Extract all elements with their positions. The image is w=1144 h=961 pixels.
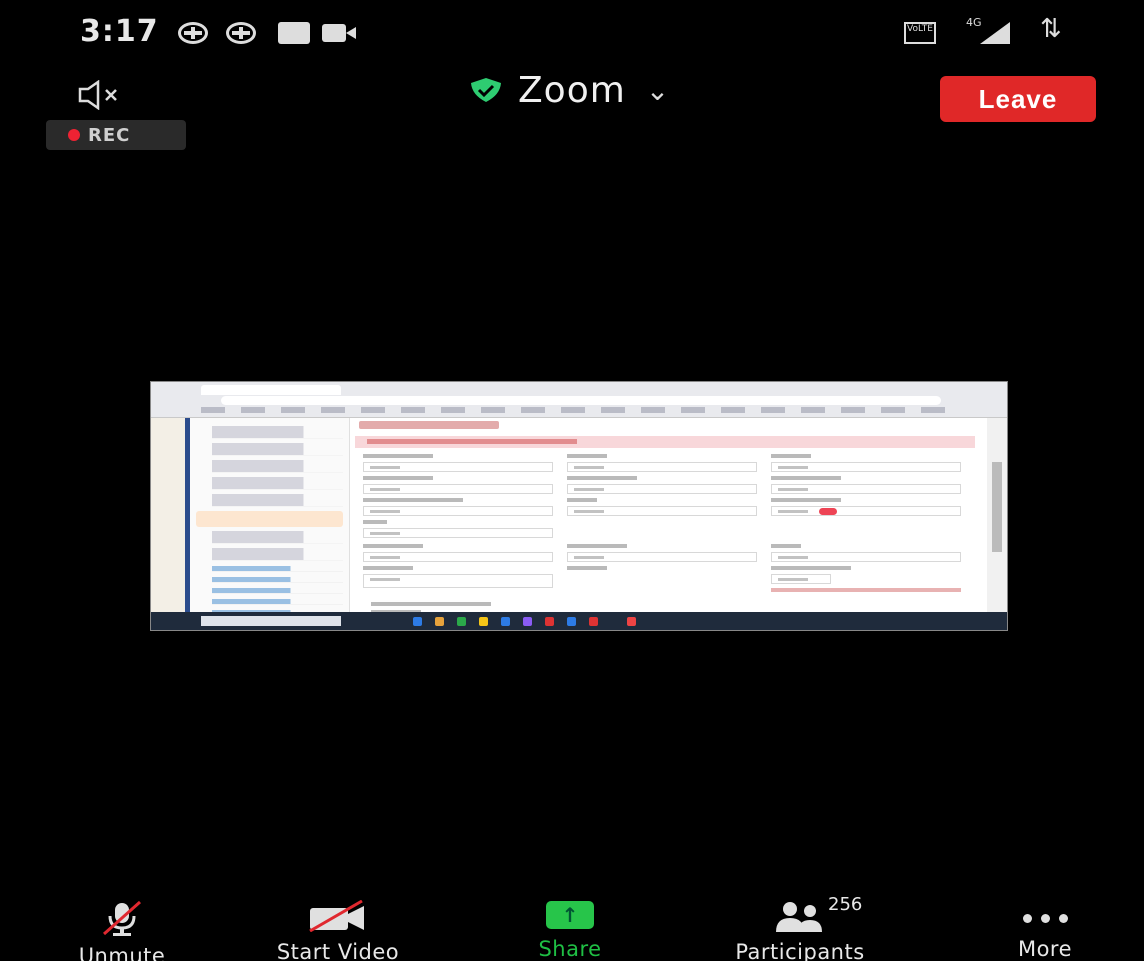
window-edge: [151, 418, 185, 614]
meeting-info-button[interactable]: Zoom ⌄: [468, 69, 670, 111]
unmute-button[interactable]: Unmute: [60, 900, 184, 961]
record-dot-icon: [68, 129, 80, 141]
shared-scrollbar: [987, 418, 1007, 614]
microphone-muted-icon: [100, 900, 144, 936]
signal-icon: 4G: [962, 16, 1010, 44]
participants-label: Participants: [735, 940, 865, 961]
share-label: Share: [538, 937, 602, 961]
shared-form: [351, 418, 981, 614]
shared-taskbar: [151, 612, 1007, 630]
address-bar: [221, 396, 941, 405]
more-dots-icon: [1022, 900, 1068, 929]
form-title: [359, 421, 499, 429]
video-notification-icon: [322, 22, 358, 44]
start-video-label: Start Video: [276, 940, 400, 961]
shield-icon: [471, 78, 501, 102]
participants-count: 256: [828, 894, 863, 915]
speaker-muted-icon[interactable]: [76, 79, 146, 111]
status-bar: 3:17 VoLTE 4G ⇅: [0, 0, 1144, 64]
recording-label: REC: [88, 124, 131, 146]
status-time: 3:17: [80, 14, 159, 49]
shared-sidebar: [190, 418, 350, 616]
video-camera-off-icon: [306, 900, 370, 932]
more-label: More: [1017, 937, 1073, 961]
meeting-title: Zoom: [518, 69, 626, 111]
volte-icon: VoLTE: [904, 22, 936, 44]
participants-icon: 256: [772, 894, 862, 932]
bookmarks-bar: [201, 407, 961, 413]
browser-chrome: [151, 382, 1007, 418]
form-alert: [355, 436, 975, 448]
app-notification-icon: [178, 22, 208, 44]
gallery-notification-icon: [278, 22, 310, 44]
data-transfer-icon: ⇅: [1040, 14, 1062, 44]
participants-button[interactable]: 256 Participants: [700, 894, 900, 961]
share-upload-icon: ↑: [546, 900, 594, 929]
browser-tab: [201, 385, 341, 395]
more-button[interactable]: More: [1000, 900, 1090, 961]
start-video-button[interactable]: Start Video: [262, 900, 414, 961]
chevron-down-icon: ⌄: [645, 73, 670, 107]
app-notification-icon: [226, 22, 256, 44]
taskbar-search: [201, 616, 341, 626]
shared-screen[interactable]: [150, 381, 1008, 631]
recording-badge[interactable]: REC: [46, 120, 186, 150]
leave-button[interactable]: Leave: [940, 76, 1096, 122]
share-button[interactable]: ↑ Share: [520, 900, 620, 961]
unmute-label: Unmute: [78, 944, 166, 961]
meeting-toolbar: Unmute Start Video ↑ Share 256 Participa…: [0, 894, 1144, 961]
